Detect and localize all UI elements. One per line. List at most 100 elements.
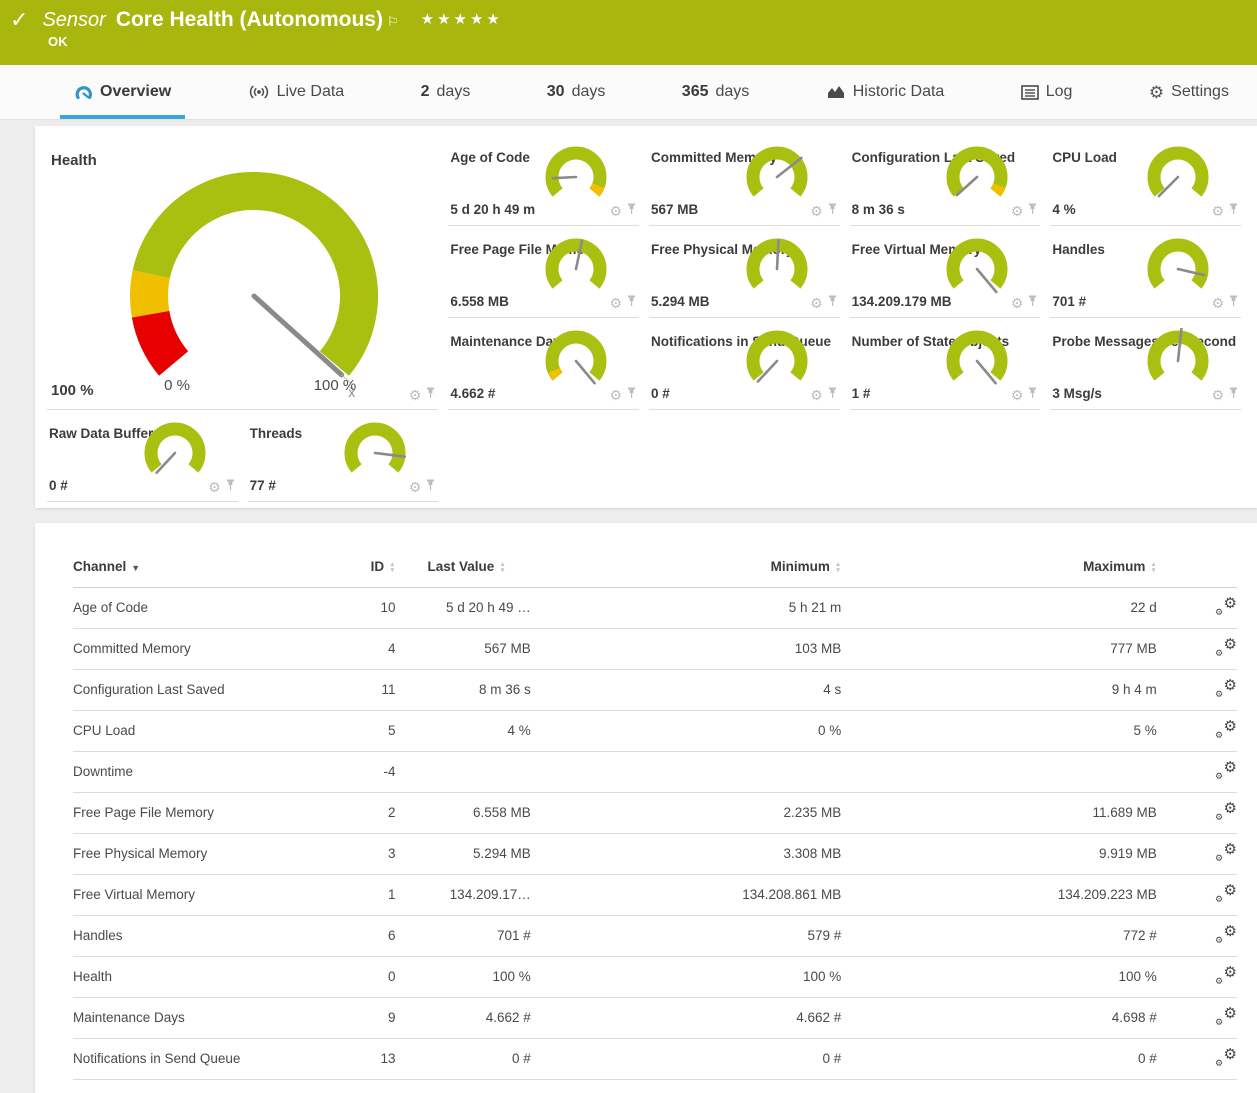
table-row: Health 0 100 % 100 % 100 % ⚙⚙	[73, 956, 1237, 997]
gauge-gear-icon[interactable]: ⚙	[810, 204, 823, 218]
tab-overview[interactable]: Overview	[60, 65, 185, 119]
gauge-card: Free Physical Memory 5.294 MB ⚙	[649, 226, 840, 318]
cell-channel[interactable]: Notifications in Send Queue	[73, 1038, 323, 1079]
cell-channel[interactable]: Free Page File Memory	[73, 792, 323, 833]
cell-minimum: 0 #	[531, 1038, 842, 1079]
gauge-pin-icon[interactable]	[225, 478, 236, 496]
channel-settings-gears-icon[interactable]: ⚙⚙	[1215, 719, 1237, 739]
column-header-last-value[interactable]: Last Value▲▼	[396, 547, 531, 587]
page-title: Core Health (Autonomous)	[116, 8, 383, 32]
cell-last-value: 6.558 MB	[396, 792, 531, 833]
cell-channel[interactable]: Handles	[73, 915, 323, 956]
column-header-id[interactable]: ID▲▼	[323, 547, 395, 587]
gauge-card: CPU Load 4 % ⚙	[1050, 134, 1241, 226]
gauge-gear-icon[interactable]: ⚙	[1011, 296, 1024, 310]
gauge-icon	[74, 84, 93, 101]
gauge-pin-icon[interactable]	[827, 294, 838, 312]
channel-settings-gears-icon[interactable]: ⚙⚙	[1215, 596, 1237, 616]
gauge-pin-icon[interactable]	[425, 386, 436, 404]
cell-id: 5	[323, 710, 395, 751]
gauge-gear-icon[interactable]: ⚙	[208, 480, 221, 494]
table-row: Notifications in Send Queue 13 0 # 0 # 0…	[73, 1038, 1237, 1079]
gauge-pin-icon[interactable]	[626, 294, 637, 312]
priority-stars[interactable]: ★★★★★	[421, 10, 503, 28]
gauge-pin-icon[interactable]	[827, 202, 838, 220]
tab-365-days[interactable]: 365days	[668, 65, 764, 119]
live-data-icon	[248, 84, 270, 100]
gauge-card: Maintenance Days 4.662 # ⚙	[448, 318, 639, 410]
gauge-card: Age of Code 5 d 20 h 49 m ⚙	[448, 134, 639, 226]
tab-settings[interactable]: ⚙ Settings	[1135, 65, 1243, 119]
gauge-dial	[1143, 144, 1213, 215]
cell-channel[interactable]: Health	[73, 956, 323, 997]
gauge-pin-icon[interactable]	[425, 478, 436, 496]
column-header-actions	[1157, 547, 1237, 587]
cell-channel[interactable]: Maintenance Days	[73, 997, 323, 1038]
tab-2-days[interactable]: 2days	[407, 65, 485, 119]
cell-channel[interactable]: Configuration Last Saved	[73, 669, 323, 710]
gauge-gear-icon[interactable]: ⚙	[810, 388, 823, 402]
channel-settings-gears-icon[interactable]: ⚙⚙	[1215, 678, 1237, 698]
priority-flag-icon[interactable]: ⚐	[387, 14, 399, 30]
cell-channel[interactable]: Downtime	[73, 751, 323, 792]
gauge-gear-icon[interactable]: ⚙	[1211, 204, 1224, 218]
channel-settings-gears-icon[interactable]: ⚙⚙	[1215, 842, 1237, 862]
tab-live-data[interactable]: Live Data	[234, 65, 359, 119]
gauge-gear-icon[interactable]: ⚙	[409, 388, 422, 402]
cell-channel[interactable]: CPU Load	[73, 710, 323, 751]
column-header-maximum[interactable]: Maximum▲▼	[841, 547, 1157, 587]
gauge-pin-icon[interactable]	[1027, 202, 1038, 220]
gauge-pin-icon[interactable]	[626, 202, 637, 220]
cell-maximum: 100 %	[841, 956, 1157, 997]
tab-historic-data[interactable]: Historic Data	[812, 65, 959, 119]
gauge-pin-icon[interactable]	[1027, 294, 1038, 312]
gauge-title: CPU Load	[1052, 150, 1117, 165]
cell-maximum: 22 d	[841, 587, 1157, 628]
channel-settings-gears-icon[interactable]: ⚙⚙	[1215, 924, 1237, 944]
gauge-gear-icon[interactable]: ⚙	[1011, 388, 1024, 402]
gauge-pin-icon[interactable]	[1228, 294, 1239, 312]
gauge-dial	[742, 144, 812, 215]
tab-log[interactable]: Log	[1007, 65, 1087, 119]
gauge-pin-icon[interactable]	[1228, 202, 1239, 220]
gauge-gear-icon[interactable]: ⚙	[609, 204, 622, 218]
gauge-pin-icon[interactable]	[827, 386, 838, 404]
channel-settings-gears-icon[interactable]: ⚙⚙	[1215, 760, 1237, 780]
channel-settings-gears-icon[interactable]: ⚙⚙	[1215, 1006, 1237, 1026]
status-badge: OK	[48, 34, 68, 49]
channel-settings-gears-icon[interactable]: ⚙⚙	[1215, 883, 1237, 903]
gauge-card: Number of State Objects 1 # ⚙	[850, 318, 1041, 410]
gauge-card: Notifications in Send Queue 0 # ⚙	[649, 318, 840, 410]
cell-channel[interactable]: Free Virtual Memory	[73, 874, 323, 915]
cell-actions: ⚙⚙	[1157, 956, 1237, 997]
cell-last-value: 0 #	[396, 1038, 531, 1079]
cell-last-value: 5.294 MB	[396, 833, 531, 874]
gauge-pin-icon[interactable]	[1228, 386, 1239, 404]
channel-settings-gears-icon[interactable]: ⚙⚙	[1215, 1047, 1237, 1067]
cell-id: 11	[323, 669, 395, 710]
gauge-title: Threads	[250, 426, 303, 441]
channel-settings-gears-icon[interactable]: ⚙⚙	[1215, 965, 1237, 985]
cell-channel[interactable]: Age of Code	[73, 587, 323, 628]
column-header-channel[interactable]: Channel▼	[73, 547, 323, 587]
gauge-pin-icon[interactable]	[1027, 386, 1038, 404]
gauge-gear-icon[interactable]: ⚙	[409, 480, 422, 494]
gauge-gear-icon[interactable]: ⚙	[609, 296, 622, 310]
gauge-gear-icon[interactable]: ⚙	[1211, 296, 1224, 310]
gauge-pin-icon[interactable]	[626, 386, 637, 404]
column-header-minimum[interactable]: Minimum▲▼	[531, 547, 842, 587]
gauge-gear-icon[interactable]: ⚙	[810, 296, 823, 310]
channel-settings-gears-icon[interactable]: ⚙⚙	[1215, 801, 1237, 821]
cell-last-value: 701 #	[396, 915, 531, 956]
gauge-gear-icon[interactable]: ⚙	[1011, 204, 1024, 218]
sort-icon: ▲▼	[389, 562, 395, 573]
channel-settings-gears-icon[interactable]: ⚙⚙	[1215, 637, 1237, 657]
cell-maximum: 772 #	[841, 915, 1157, 956]
gauge-gear-icon[interactable]: ⚙	[1211, 388, 1224, 402]
tab-30-days[interactable]: 30days	[533, 65, 620, 119]
table-row: Configuration Last Saved 11 8 m 36 s 4 s…	[73, 669, 1237, 710]
gauge-card: Probe Messages per Second 3 Msg/s ⚙	[1050, 318, 1241, 410]
gauge-gear-icon[interactable]: ⚙	[609, 388, 622, 402]
cell-channel[interactable]: Committed Memory	[73, 628, 323, 669]
cell-channel[interactable]: Free Physical Memory	[73, 833, 323, 874]
